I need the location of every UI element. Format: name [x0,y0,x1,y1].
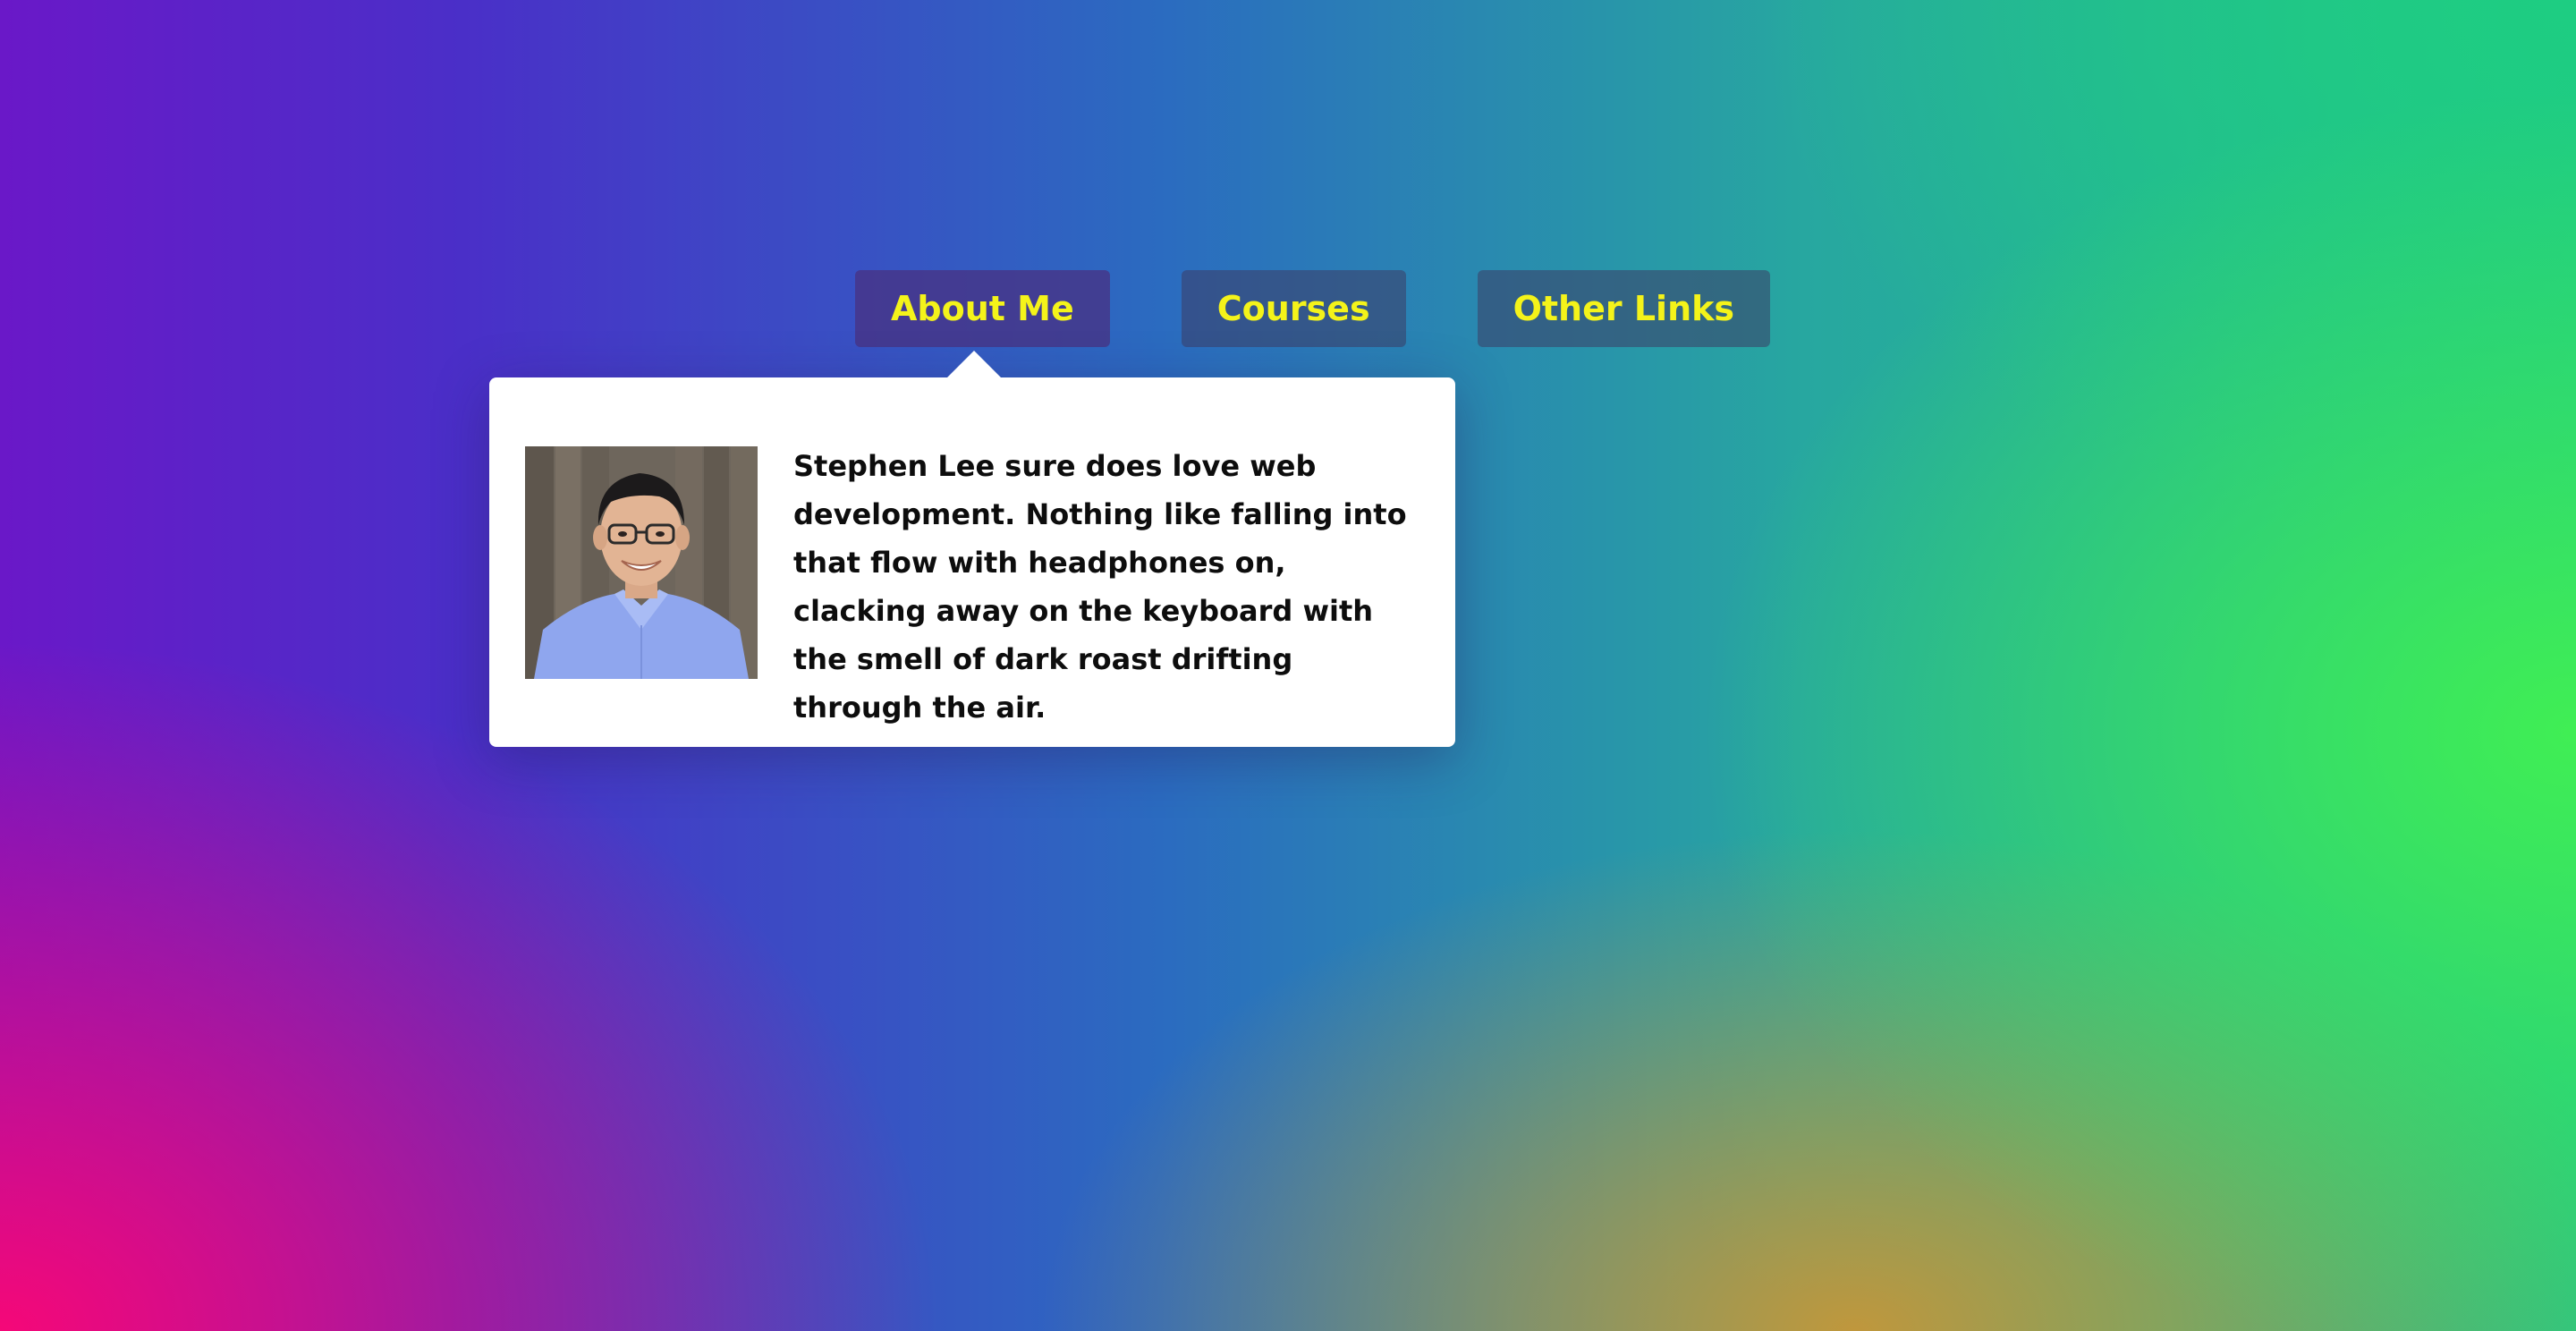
nav-courses-button[interactable]: Courses [1181,270,1406,347]
main-nav: About Me Courses Other Links [855,270,1771,347]
popup-arrow [947,351,1001,377]
profile-photo [525,446,758,679]
nav-other-links-button[interactable]: Other Links [1477,270,1771,347]
nav-about-me-button[interactable]: About Me [855,270,1110,347]
bio-text: Stephen Lee sure does love web developme… [793,449,1407,725]
about-me-popup: Stephen Lee sure does love web developme… [489,351,1455,747]
